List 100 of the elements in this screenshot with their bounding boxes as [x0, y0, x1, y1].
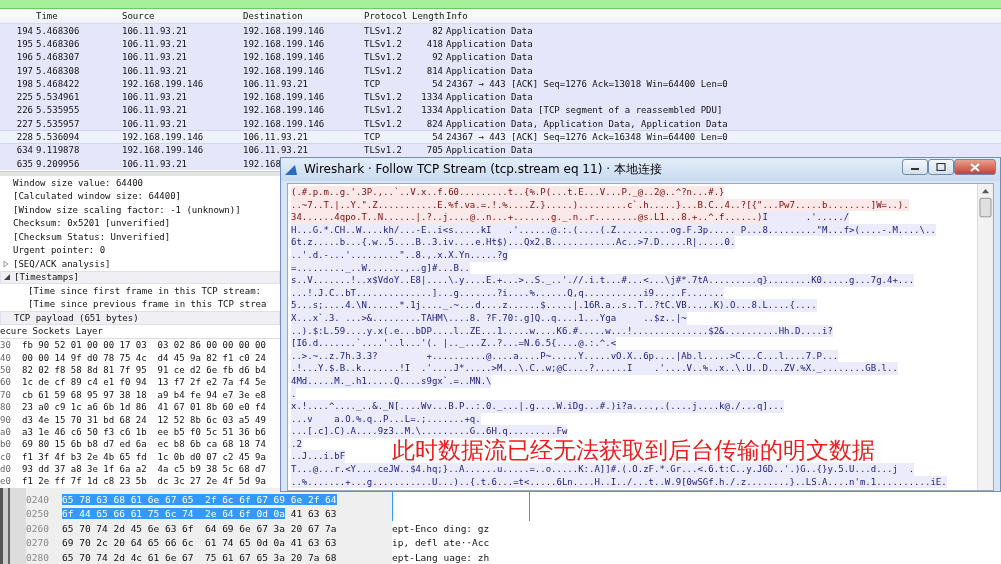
byte-offset: 50: [0, 364, 12, 375]
table-cell-text: 5.468306: [36, 25, 81, 36]
hex-bytes: d3 4e 15 70 31 bd 68 24 12 52 8b 6c 03 a5 49: [22, 414, 266, 425]
column-header[interactable]: Destination: [243, 11, 364, 21]
annotation-text: 此时数据流已经无法获取到后台传输的明文数据: [392, 438, 875, 462]
maximize-icon: [936, 163, 946, 171]
table-cell-text: 225: [15, 92, 34, 103]
table-cell-text: 9.209956: [36, 158, 81, 169]
byte-offset: 0280: [26, 551, 50, 563]
collapsed-arrow-icon[interactable]: [2, 259, 10, 268]
column-header[interactable]: Time: [36, 11, 122, 21]
tree-item[interactable]: Urgent pointer: 0: [0, 243, 280, 257]
tree-item[interactable]: [SEQ/ACK analysis]: [0, 257, 280, 271]
hex-bytes: 1c de cf 89 c4 e1 f0 94 13 f7 2f e2 7a f4 5e: [22, 377, 266, 388]
hex-bytes: 65 70 74 2d 4c 61 6e 67 75 61 67 65 3a 20 7a 68: [62, 551, 337, 563]
table-cell-text: 5.536094: [36, 132, 81, 142]
table-cell-text: 196: [15, 52, 34, 63]
packet-row[interactable]: 225 5.534961 106.11.93.21 192.168.199.146 TLSv1.2 1334 Application Data: [0, 90, 1001, 104]
window-title: Wireshark · Follow TCP Stream (tcp.stream eq 11) · 本地连接: [304, 161, 663, 178]
packet-row[interactable]: 195 5.468306 106.11.93.21 192.168.199.146 TLSv1.2 418 Application Data: [0, 37, 1001, 51]
column-header[interactable]: Protocol: [364, 11, 412, 21]
packet-row[interactable]: 198 5.468422 192.168.199.146 106.11.93.21 TCP 54 24367 → 443 [ACK] Seq=1276 Ack=13018 Win=64400 Len=0: [0, 77, 1001, 91]
pane-splitter[interactable]: [0, 488, 26, 564]
tree-item[interactable]: [Calculated window size: 64400]: [0, 189, 280, 203]
table-cell-text: 106.11.93.21: [243, 132, 310, 142]
table-cell-text: 106.11.93.21: [122, 118, 189, 129]
ascii-text: ept-Lang uage: zh: [392, 551, 490, 563]
table-cell-text: 92: [431, 52, 444, 63]
hex-bytes: a3 1e 46 c6 50 f3 c6 1b ee b5 f0 5c 51 36 b6: [22, 426, 266, 437]
table-cell-text: 54: [431, 78, 444, 89]
table-cell-text: 106.11.93.21: [122, 38, 189, 49]
table-cell-text: 1334: [420, 105, 444, 116]
table-cell-text: TLSv1.2: [364, 52, 403, 63]
close-icon: [970, 162, 980, 172]
maximize-button[interactable]: [928, 159, 954, 175]
packet-row[interactable]: 228 5.536094 192.168.199.146 106.11.93.21 TCP 54 24367 → 443 [ACK] Seq=1276 Ack=16348 Win=64400 Len=0: [0, 130, 1001, 144]
byte-offset: b0: [0, 439, 12, 450]
table-cell: Application Data [TCP segment of a reassembled PDU]: [446, 105, 723, 116]
table-cell-text: 106.11.93.21: [243, 78, 310, 89]
table-cell-text: 106.11.93.21: [122, 158, 189, 169]
tree-item[interactable]: TCP payload (651 bytes): [0, 311, 280, 325]
hex-bytes: 00 00 14 9f d0 78 75 4c d4 45 9a 82 f1 c0 24: [22, 352, 266, 363]
table-cell: 192.168: [243, 158, 281, 169]
packet-row[interactable]: 227 5.535957 106.11.93.21 192.168.199.146 TLSv1.2 824 Application Data, Application Data, Application Data: [0, 117, 1001, 131]
table-cell-text: 106.11.93.21: [122, 92, 189, 103]
table-cell-text: TCP: [364, 132, 382, 142]
close-button[interactable]: [954, 159, 996, 175]
table-cell: Application Data: [446, 38, 533, 49]
tree-item[interactable]: [Time since previous frame in this TCP strea: [0, 297, 280, 311]
byte-offset: a0: [0, 426, 12, 437]
table-cell-text: TLSv1.2: [364, 118, 403, 129]
table-cell-text: 197: [15, 65, 34, 76]
table-cell: Application Data: [446, 65, 533, 76]
tree-item[interactable]: [Window size scaling factor: -1 (unknown)]: [0, 203, 280, 217]
table-cell-text: 54: [431, 132, 444, 142]
byte-offset: 0250: [26, 508, 50, 520]
tree-item[interactable]: [Timestamps]: [0, 270, 280, 284]
table-cell-text: 634: [15, 145, 34, 156]
table-cell-text: 106.11.93.21: [122, 25, 189, 36]
expanded-arrow-icon[interactable]: [3, 273, 11, 282]
tree-item[interactable]: [Checksum Status: Unverified]: [0, 230, 280, 244]
column-header[interactable]: Source: [122, 11, 243, 21]
table-cell-text: 228: [15, 132, 34, 142]
byte-offset: 90: [0, 414, 12, 425]
table-cell-text: 192.168.199.146: [243, 118, 326, 129]
fin-icon: [285, 163, 299, 176]
byte-offset: 0260: [26, 522, 50, 534]
tree-item[interactable]: ecure Sockets Layer: [0, 324, 280, 338]
packet-row[interactable]: 194 5.468306 106.11.93.21 192.168.199.146 TLSv1.2 82 Application Data: [0, 24, 1001, 38]
table-cell-text: 192.168.199.146: [122, 132, 205, 142]
hex-bytes: f1 2e ff 7f 1d c8 23 5b dc 3c 27 2e 4f 5d 9a: [22, 476, 266, 487]
column-header[interactable]: Info: [446, 11, 468, 21]
table-cell-text: 5.468306: [36, 38, 81, 49]
byte-offset: 60: [0, 377, 12, 388]
tree-item[interactable]: [Time since first frame in this TCP stream:: [0, 284, 280, 298]
byte-offset: 0270: [26, 537, 50, 549]
hex-bytes: fb 90 52 01 00 00 17 03 03 02 86 00 00 00 00: [22, 340, 266, 351]
table-cell-text: 106.11.93.21: [122, 52, 189, 63]
table-cell-text: 192.168.199.146: [243, 25, 326, 36]
table-cell-text: TLSv1.2: [364, 65, 403, 76]
hex-bytes: cb 61 59 68 95 97 38 18 a9 b4 fe 94 e7 3e e8: [22, 389, 266, 400]
table-cell-text: 5.535957: [36, 118, 81, 129]
table-cell-text: 192.168.199.146: [243, 38, 326, 49]
scrollbar[interactable]: [977, 184, 993, 491]
minimize-button[interactable]: [902, 159, 928, 175]
selected-hex-bytes: 6f 44 65 66 61 75 6c 74 2e 64 6f 0d 0a: [62, 508, 286, 520]
tree-item[interactable]: Window size value: 64400: [0, 176, 280, 190]
hex-bytes: 41 63 63: [289, 508, 337, 520]
hex-bytes: 82 02 f8 58 8d 81 7f 95 91 ce d2 6e fb d6 b4: [22, 364, 266, 375]
table-cell: Application Data: [446, 92, 533, 103]
table-cell-text: 192.168.199.146: [243, 105, 326, 116]
ascii-text: ept-Enco ding: gz: [392, 522, 490, 534]
table-cell-text: 194: [15, 25, 34, 36]
tree-item[interactable]: Checksum: 0x5201 [unverified]: [0, 216, 280, 230]
table-cell-text: 5.534961: [36, 92, 81, 103]
table-cell: 24367 → 443 [ACK] Seq=1276 Ack=13018 Win=64400 Len=0: [446, 78, 728, 89]
column-header[interactable]: Length: [412, 11, 446, 21]
hex-bytes: 23 a0 c9 1c a6 6b 1d 86 41 67 01 8b 60 e0 f4: [22, 402, 266, 413]
table-cell-text: 106.11.93.21: [243, 145, 310, 156]
hex-bytes: 69 80 15 6b b8 d7 ed 6a ec b8 6b ca 68 18 74: [22, 439, 266, 450]
